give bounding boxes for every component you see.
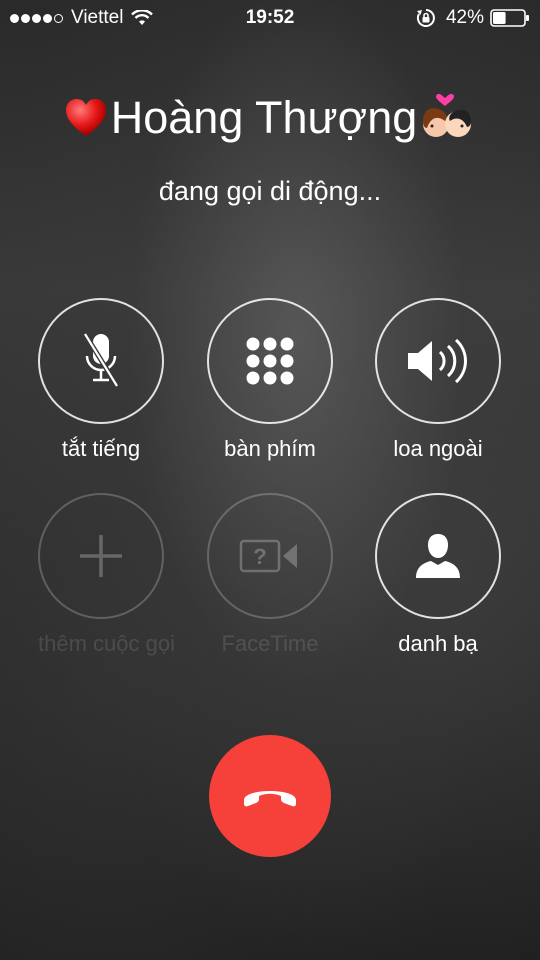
facetime-label: FaceTime [221,631,319,656]
caller-name: Hoàng Thượng [110,92,418,143]
speaker-circle[interactable] [375,298,501,424]
add-call-button[interactable]: thêm cuộc gọi [38,493,175,657]
keypad-button[interactable]: bàn phím [207,298,333,462]
keypad-circle[interactable] [207,298,333,424]
speaker-icon [408,338,467,384]
facetime-icon: ? [239,539,297,573]
battery-percent: 42% [445,7,484,28]
end-call-button[interactable] [209,735,331,857]
status-bar: Viettel 19:52 42% [0,0,540,36]
mute-label: tắt tiếng [61,436,141,461]
facetime-button[interactable]: ? FaceTime [207,493,333,657]
add-call-label: thêm cuộc gọi [38,631,175,656]
caller-name-row: Hoàng Thượng [0,92,540,144]
mute-button[interactable]: tắt tiếng [38,298,164,462]
heart-icon [65,99,106,136]
speaker-label: loa ngoài [393,436,483,461]
mute-mic-icon [82,332,120,388]
facetime-circle[interactable]: ? [207,493,333,619]
svg-text:?: ? [253,544,266,569]
rotation-lock-icon [416,9,435,27]
plus-icon [80,535,122,577]
keypad-label: bàn phím [224,436,316,461]
add-call-circle[interactable] [38,493,164,619]
speaker-button[interactable]: loa ngoài [375,298,501,462]
contacts-label: danh bạ [398,631,478,656]
mute-circle[interactable] [38,298,164,424]
call-status: đang gọi di động... [158,176,382,206]
battery-icon [490,9,529,27]
contacts-circle[interactable] [375,493,501,619]
status-right: 42% [416,7,530,29]
end-call-icon [244,791,296,807]
contacts-button[interactable]: danh bạ [375,493,501,657]
couple-kiss-icon [423,94,472,137]
contact-icon [416,534,460,578]
keypad-icon [246,337,294,385]
